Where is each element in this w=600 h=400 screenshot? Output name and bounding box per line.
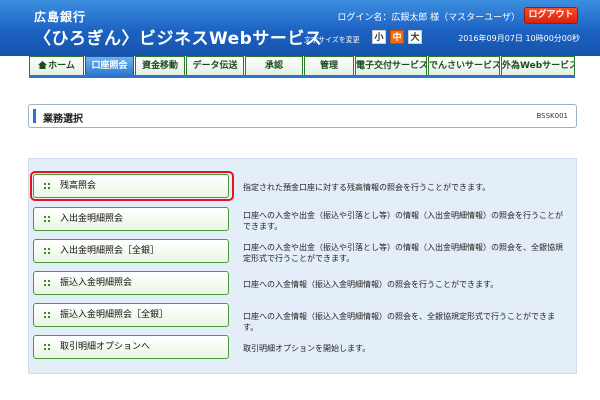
logout-button[interactable]: ログアウト xyxy=(524,7,578,24)
menu-label: 取引明細オプションへ xyxy=(60,342,151,352)
screen-id: BSSK001 xyxy=(536,112,568,120)
tab-management[interactable]: 管理 xyxy=(304,56,354,76)
app-header: 広島銀行 〈ひろぎん〉ビジネスWebサービス ログイン名：広銀太郎 様（マスター… xyxy=(0,0,600,56)
transaction-inquiry-zengin-button[interactable]: 入出金明細照会［全銀］ xyxy=(33,239,229,263)
datetime: 2016年09月07日 10時00分00秒 xyxy=(458,34,580,43)
tab-home[interactable]: ホーム xyxy=(29,56,84,76)
tab-label: でんさいサービス xyxy=(429,61,500,71)
bullet-icon xyxy=(44,216,50,222)
font-size-small-button[interactable]: 小 xyxy=(372,30,386,44)
title-accent-bar xyxy=(33,109,36,123)
main-nav: ホーム 口座照会 資金移動 データ伝送 承認 管理 電子交付サービス でんさいサ… xyxy=(29,56,575,76)
tab-label: 管理 xyxy=(319,61,338,71)
menu-label: 入出金明細照会［全銀］ xyxy=(60,246,160,256)
menu-label: 残高照会 xyxy=(60,181,97,191)
login-info: ログイン名：広銀太郎 様（マスターユーザ） xyxy=(337,13,520,23)
tab-densai[interactable]: でんさいサービス xyxy=(428,56,500,76)
tab-label: 電子交付サービス xyxy=(356,61,427,71)
tab-fund-transfer[interactable]: 資金移動 xyxy=(135,56,185,76)
tab-label: 承認 xyxy=(264,61,283,71)
transfer-deposit-inquiry-zengin-button[interactable]: 振込入金明細照会［全銀］ xyxy=(33,303,229,327)
tab-approval[interactable]: 承認 xyxy=(245,56,303,76)
bullet-icon xyxy=(44,183,50,189)
tab-foreign-exchange[interactable]: 外為Webサービス xyxy=(501,56,575,76)
nav-underline xyxy=(29,75,575,78)
menu-label: 入出金明細照会 xyxy=(60,214,124,224)
bullet-icon xyxy=(44,248,50,254)
bullet-icon xyxy=(44,344,50,350)
page-title: 業務選択 xyxy=(43,114,83,125)
tab-account-inquiry[interactable]: 口座照会 xyxy=(85,56,134,76)
bank-name: 広島銀行 xyxy=(34,10,87,24)
tab-label: データ伝送 xyxy=(192,61,238,71)
bullet-icon xyxy=(44,280,50,286)
tab-data-transmission[interactable]: データ伝送 xyxy=(186,56,244,76)
menu-description: 指定された預金口座に対する残高情報の照会を行うことができます。 xyxy=(243,183,491,192)
transfer-deposit-inquiry-button[interactable]: 振込入金明細照会 xyxy=(33,271,229,295)
font-size-medium-button[interactable]: 中 xyxy=(390,30,404,44)
menu-description: 口座への入金情報（振込入金明細情報）の照会を行うことができます。 xyxy=(243,280,499,289)
tab-label: ホーム xyxy=(48,61,75,71)
tab-label: 口座照会 xyxy=(91,61,128,71)
menu-description: 取引明細オプションを開始します。 xyxy=(243,344,371,353)
menu-description: 口座への入金や出金（振込や引落とし等）の情報（入出金明細情報）の照会を行うことが… xyxy=(243,211,563,231)
menu-label: 振込入金明細照会 xyxy=(60,278,133,288)
font-size-large-button[interactable]: 大 xyxy=(408,30,422,44)
bullet-icon xyxy=(44,312,50,318)
menu-description: 口座への入金や出金（振込や引落とし等）の情報（入出金明細情報）の照会を、全銀協規… xyxy=(243,243,563,263)
tab-electronic-delivery[interactable]: 電子交付サービス xyxy=(355,56,427,76)
balance-inquiry-button[interactable]: 残高照会 xyxy=(33,174,229,198)
menu-panel: 残高照会 指定された預金口座に対する残高情報の照会を行うことができます。 入出金… xyxy=(28,158,577,374)
home-icon xyxy=(38,61,48,69)
font-size-label: 文字サイズを変更 xyxy=(304,36,360,44)
transaction-inquiry-button[interactable]: 入出金明細照会 xyxy=(33,207,229,231)
tab-label: 資金移動 xyxy=(141,61,178,71)
service-title: 〈ひろぎん〉ビジネスWebサービス xyxy=(34,29,323,49)
menu-label: 振込入金明細照会［全銀］ xyxy=(60,310,169,320)
transaction-option-button[interactable]: 取引明細オプションへ xyxy=(33,335,229,359)
menu-description: 口座への入金情報（振込入金明細情報）の照会を、全銀協規定形式で行うことができます… xyxy=(243,312,555,332)
page-title-box: 業務選択 BSSK001 xyxy=(28,104,577,128)
tab-label: 外為Webサービス xyxy=(502,61,575,71)
